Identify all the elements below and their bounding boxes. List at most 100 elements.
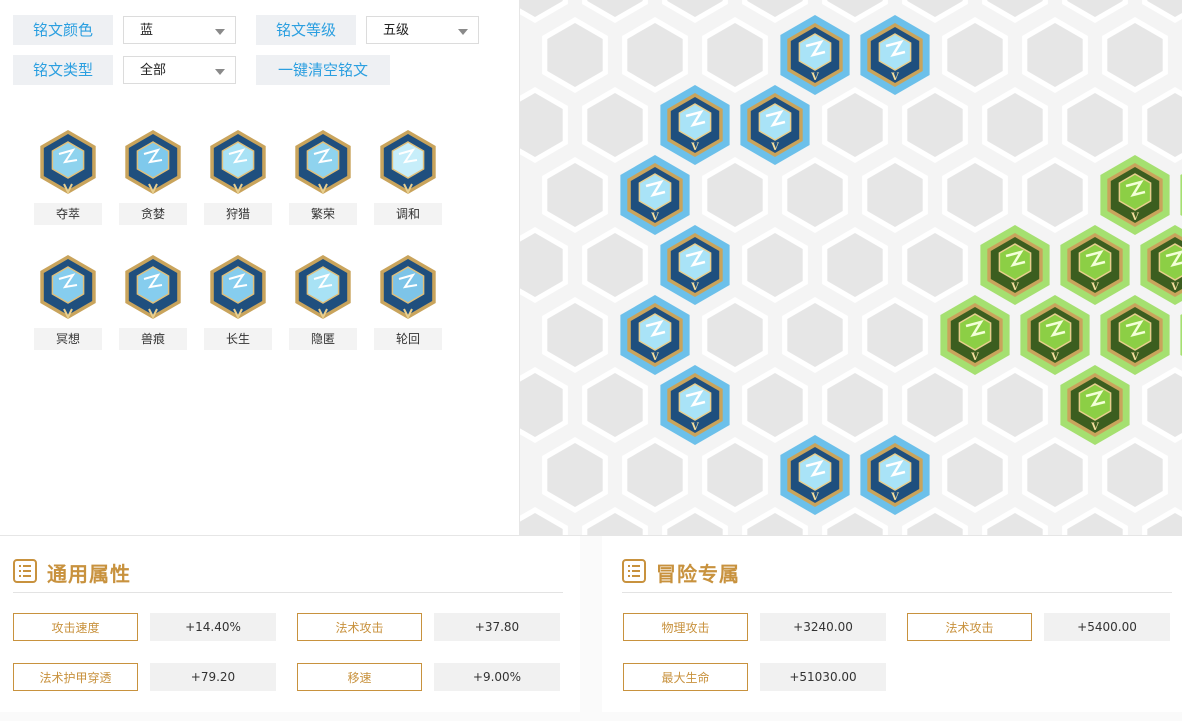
empty-rune-slot[interactable] <box>702 17 768 93</box>
empty-rune-slot[interactable] <box>520 227 568 303</box>
blue-rune-slot[interactable]: V <box>780 435 850 515</box>
green-rune-slot[interactable]: V <box>1020 295 1090 375</box>
empty-rune-slot[interactable] <box>1142 87 1182 163</box>
rune-item[interactable]: 调和 <box>373 126 443 225</box>
empty-rune-slot[interactable] <box>622 437 688 513</box>
empty-rune-slot[interactable] <box>822 227 888 303</box>
rune-item[interactable]: 夺萃 <box>33 126 103 225</box>
green-rune-slot[interactable]: V <box>1100 295 1170 375</box>
empty-rune-slot[interactable] <box>542 17 608 93</box>
rune-item[interactable]: 长生 <box>203 251 273 350</box>
rune-item[interactable]: 冥想 <box>33 251 103 350</box>
rune-item[interactable]: 隐匿 <box>288 251 358 350</box>
empty-rune-slot[interactable] <box>582 87 648 163</box>
empty-rune-slot[interactable] <box>520 87 568 163</box>
empty-rune-slot[interactable] <box>582 367 648 443</box>
empty-rune-slot[interactable] <box>702 157 768 233</box>
empty-rune-slot[interactable] <box>662 507 728 535</box>
empty-rune-slot[interactable] <box>822 87 888 163</box>
green-rune-slot[interactable]: V <box>1140 225 1182 305</box>
empty-rune-slot[interactable] <box>702 437 768 513</box>
green-rune-slot[interactable]: V <box>1060 225 1130 305</box>
empty-rune-slot[interactable] <box>982 367 1048 443</box>
empty-rune-slot[interactable] <box>1022 17 1088 93</box>
type-select[interactable]: 全部 <box>123 56 236 84</box>
empty-rune-slot[interactable] <box>902 0 968 23</box>
rune-item[interactable]: 狩猎 <box>203 126 273 225</box>
empty-rune-slot[interactable] <box>542 437 608 513</box>
blue-rune-slot[interactable]: V <box>660 85 730 165</box>
empty-rune-slot[interactable] <box>862 157 928 233</box>
rune-level-label: V <box>770 142 779 153</box>
empty-rune-slot[interactable] <box>582 0 648 23</box>
empty-rune-slot[interactable] <box>582 227 648 303</box>
empty-rune-slot[interactable] <box>822 367 888 443</box>
empty-rune-slot[interactable] <box>942 17 1008 93</box>
clear-runes-button[interactable]: 一键清空铭文 <box>256 55 390 85</box>
blue-rune-slot[interactable]: V <box>860 435 930 515</box>
empty-rune-slot[interactable] <box>742 507 808 535</box>
green-rune-slot[interactable]: V <box>1100 155 1170 235</box>
blue-rune-slot[interactable]: V <box>740 85 810 165</box>
rune-level-label: V <box>650 352 659 363</box>
list-icon <box>622 559 646 583</box>
empty-rune-slot[interactable] <box>702 297 768 373</box>
empty-rune-slot[interactable] <box>622 17 688 93</box>
rune-item[interactable]: 轮回 <box>373 251 443 350</box>
empty-rune-slot[interactable] <box>1062 507 1128 535</box>
empty-rune-slot[interactable] <box>582 507 648 535</box>
branch-rune-icon <box>295 130 351 195</box>
empty-rune-slot[interactable] <box>742 0 808 23</box>
rune-level-label: V <box>690 282 699 293</box>
empty-rune-slot[interactable] <box>1062 0 1128 23</box>
empty-rune-slot[interactable] <box>520 367 568 443</box>
empty-rune-slot[interactable] <box>902 227 968 303</box>
empty-rune-slot[interactable] <box>782 297 848 373</box>
rune-item[interactable]: 兽痕 <box>118 251 188 350</box>
rune-item[interactable]: 贪婪 <box>118 126 188 225</box>
empty-rune-slot[interactable] <box>982 507 1048 535</box>
blue-rune-slot[interactable]: V <box>620 295 690 375</box>
blue-rune-slot[interactable]: V <box>620 155 690 235</box>
empty-rune-slot[interactable] <box>1102 17 1168 93</box>
empty-rune-slot[interactable] <box>902 367 968 443</box>
empty-rune-slot[interactable] <box>902 87 968 163</box>
blue-rune-slot[interactable]: V <box>780 15 850 95</box>
empty-rune-slot[interactable] <box>542 297 608 373</box>
empty-rune-slot[interactable] <box>942 157 1008 233</box>
stats-area: 通用属性 攻击速度 +14.40% 法术攻击 +37.80 法术护甲穿透 +79… <box>0 535 1182 721</box>
empty-rune-slot[interactable] <box>822 507 888 535</box>
empty-rune-slot[interactable] <box>862 297 928 373</box>
empty-rune-slot[interactable] <box>782 157 848 233</box>
empty-rune-slot[interactable] <box>902 507 968 535</box>
blue-rune-slot[interactable]: V <box>660 225 730 305</box>
blue-rune-slot[interactable]: V <box>860 15 930 95</box>
empty-rune-slot[interactable] <box>822 0 888 23</box>
green-rune-slot[interactable]: V <box>1060 365 1130 445</box>
level-select[interactable]: 五级 <box>366 16 479 44</box>
empty-rune-slot[interactable] <box>982 87 1048 163</box>
rune-name: 兽痕 <box>119 328 187 350</box>
empty-rune-slot[interactable] <box>942 437 1008 513</box>
empty-rune-slot[interactable] <box>1062 87 1128 163</box>
stat-name: 物理攻击 <box>623 613 748 641</box>
empty-rune-slot[interactable] <box>1022 437 1088 513</box>
rune-name: 轮回 <box>374 328 442 350</box>
empty-rune-slot[interactable] <box>1142 367 1182 443</box>
empty-rune-slot[interactable] <box>520 0 568 23</box>
rune-item[interactable]: 繁荣 <box>288 126 358 225</box>
green-rune-slot[interactable]: V <box>940 295 1010 375</box>
empty-rune-slot[interactable] <box>742 227 808 303</box>
empty-rune-slot[interactable] <box>1022 157 1088 233</box>
empty-rune-slot[interactable] <box>742 367 808 443</box>
empty-rune-slot[interactable] <box>982 0 1048 23</box>
empty-rune-slot[interactable] <box>542 157 608 233</box>
empty-rune-slot[interactable] <box>1142 507 1182 535</box>
green-rune-slot[interactable]: V <box>980 225 1050 305</box>
empty-rune-slot[interactable] <box>520 507 568 535</box>
blue-rune-slot[interactable]: V <box>660 365 730 445</box>
empty-rune-slot[interactable] <box>1142 0 1182 23</box>
empty-rune-slot[interactable] <box>662 0 728 23</box>
color-select[interactable]: 蓝 <box>123 16 236 44</box>
empty-rune-slot[interactable] <box>1102 437 1168 513</box>
